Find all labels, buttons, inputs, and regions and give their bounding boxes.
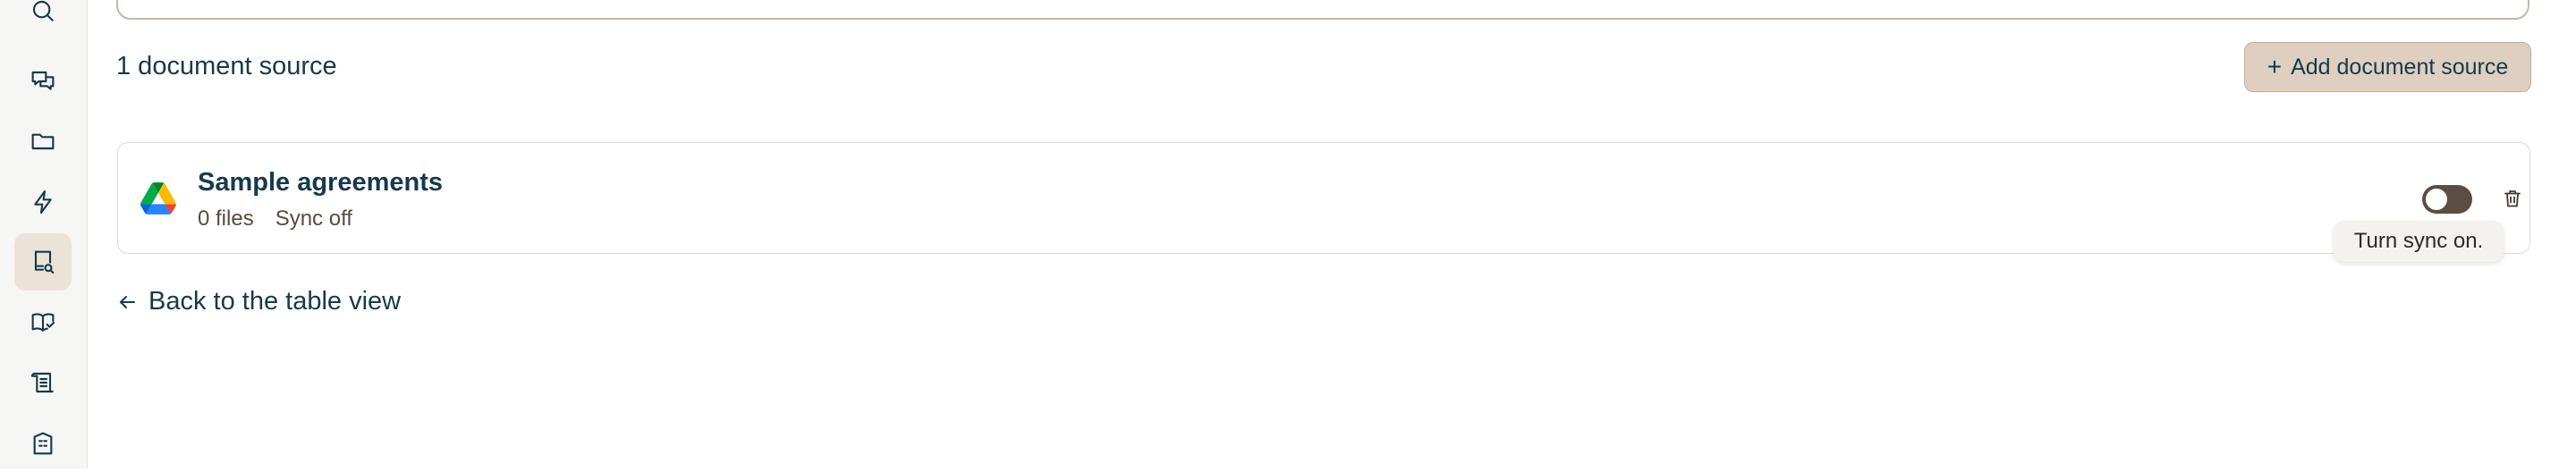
scroll-icon [30, 372, 54, 393]
toggle-knob [2426, 189, 2447, 210]
book-check-icon [31, 313, 55, 332]
chat-icon [31, 71, 55, 90]
source-count: 1 document source [116, 52, 337, 80]
plus-icon: + [2267, 53, 2283, 80]
building-icon [33, 432, 53, 455]
sidebar-item-library[interactable] [14, 294, 72, 351]
sidebar-item-history[interactable] [14, 354, 72, 411]
lightning-icon [34, 190, 52, 215]
sync-toggle[interactable] [2422, 185, 2472, 214]
sidebar-item-organization[interactable] [14, 415, 72, 472]
trash-icon [2504, 190, 2521, 207]
document-source-card: Sample agreements 0 files Sync off [117, 142, 2530, 254]
sidebar [0, 0, 88, 468]
folder-icon [31, 133, 55, 150]
search-input[interactable] [116, 0, 2529, 20]
search-icon [32, 0, 54, 21]
sync-status: Sync off [275, 206, 352, 231]
sync-tooltip: Turn sync on. [2334, 221, 2504, 262]
source-meta: 0 files Sync off [198, 206, 352, 232]
main-content: 1 document source + Add document source … [89, 0, 2576, 468]
add-document-source-button[interactable]: + Add document source [2244, 42, 2531, 92]
sidebar-item-chats[interactable] [14, 53, 72, 110]
sidebar-item-document-sources[interactable] [14, 233, 72, 291]
source-name[interactable]: Sample agreements [198, 167, 443, 198]
back-to-table-link[interactable]: Back to the table view [116, 287, 401, 316]
add-document-source-label: Add document source [2291, 54, 2509, 80]
sidebar-item-search[interactable] [14, 0, 72, 39]
google-drive-icon [140, 182, 176, 215]
delete-source-button[interactable] [2498, 183, 2527, 214]
document-search-icon [34, 250, 55, 274]
arrow-left-icon [120, 295, 135, 308]
sidebar-item-workflows[interactable] [14, 173, 72, 231]
sidebar-item-files[interactable] [14, 113, 72, 170]
file-count: 0 files [198, 206, 254, 231]
back-link-label: Back to the table view [148, 287, 402, 316]
